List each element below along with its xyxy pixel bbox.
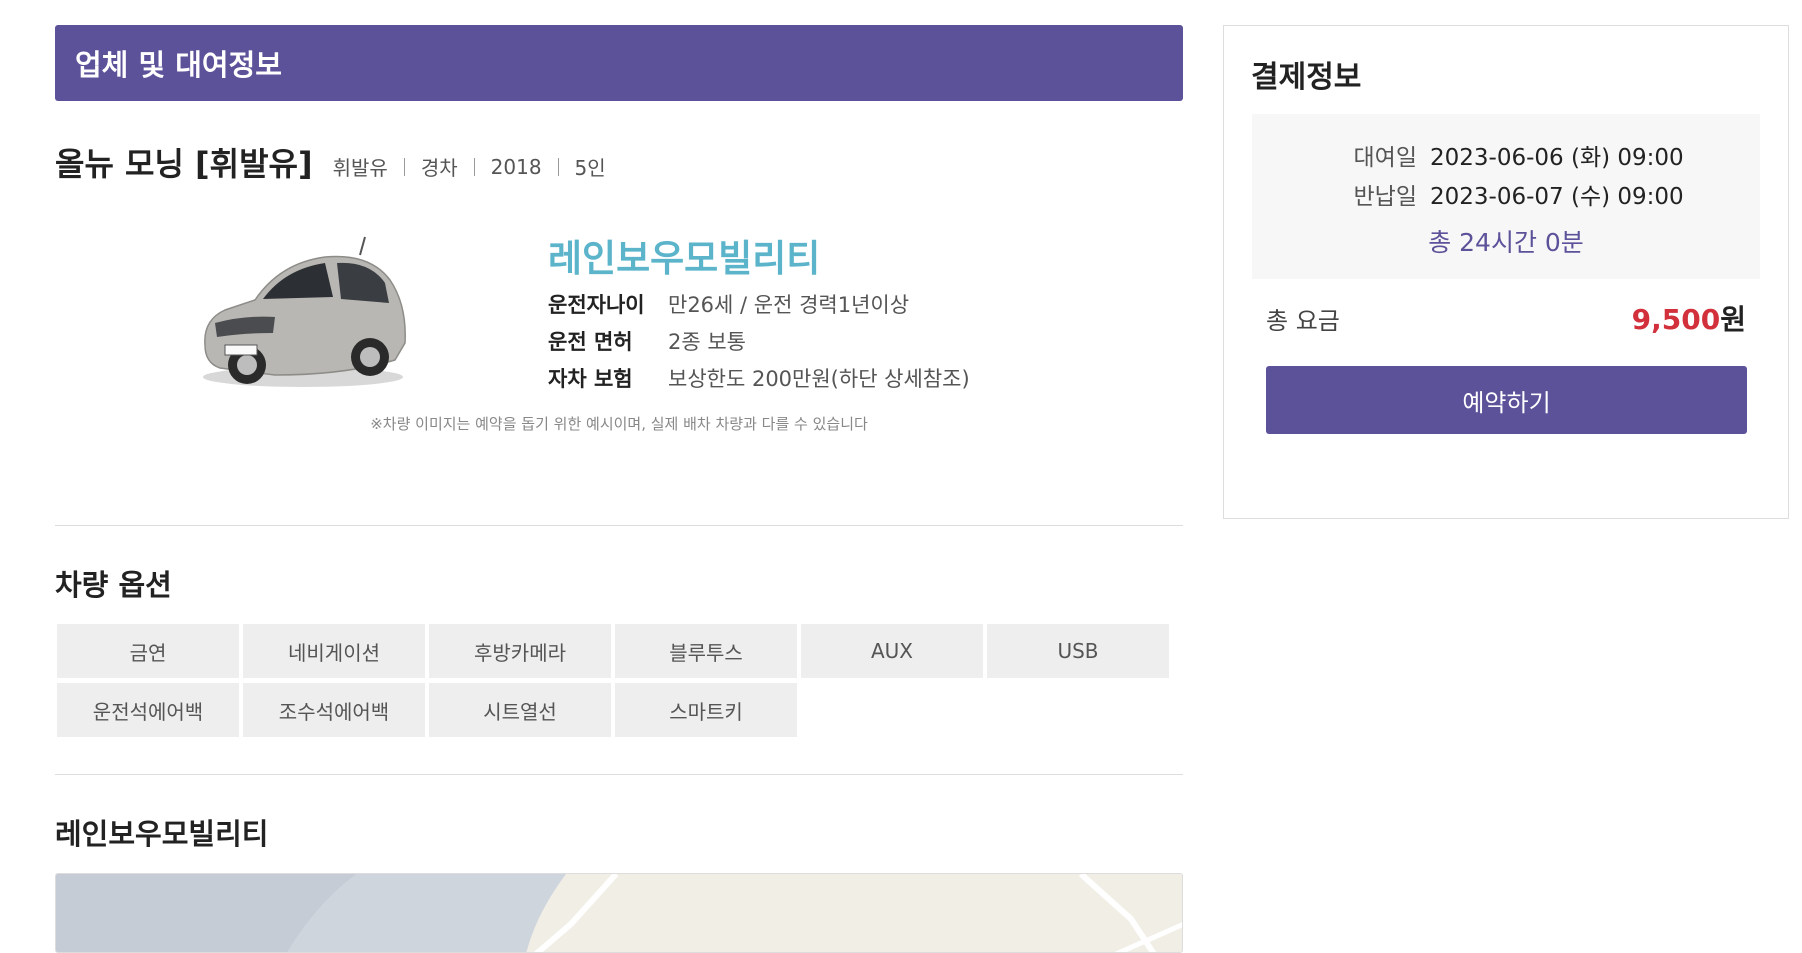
spec-class: 경차 xyxy=(420,156,458,180)
rental-period-box: 대여일 2023-06-06 (화) 09:00 반납일 2023-06-07 … xyxy=(1252,114,1760,279)
car-image xyxy=(203,236,406,387)
divider xyxy=(55,525,1183,526)
options-title: 차량 옵션 xyxy=(55,568,172,602)
return-value: 2023-06-07 (수) 09:00 xyxy=(1430,184,1684,210)
car-title-row: 올뉴 모닝 [휘발유] 휘발유 경차 2018 5인 xyxy=(55,139,1183,185)
location-title: 레인보우모빌리티 xyxy=(55,817,269,851)
option-chip: 후방카메라 xyxy=(429,624,611,678)
condition-row: 자차 보험 보상한도 200만원(하단 상세참조) xyxy=(548,359,970,396)
condition-label: 운전 면허 xyxy=(548,329,633,354)
payment-title: 결제정보 xyxy=(1251,60,1362,95)
spec-divider xyxy=(557,157,559,176)
reserve-button[interactable]: 예약하기 xyxy=(1266,366,1747,434)
option-chip: 조수석에어백 xyxy=(243,683,425,737)
spec-divider xyxy=(473,157,475,176)
condition-value: 2종 보통 xyxy=(668,329,746,354)
map-graphic xyxy=(56,874,1182,952)
total-label: 총 요금 xyxy=(1266,306,1340,335)
option-chip: AUX xyxy=(801,624,983,678)
pickup-label: 대여일 xyxy=(1353,145,1417,171)
spec-divider xyxy=(403,157,405,176)
condition-value: 보상한도 200만원(하단 상세참조) xyxy=(668,366,970,391)
option-chip: 네비게이션 xyxy=(243,624,425,678)
car-body: 레인보우모빌리티 운전자나이 만26세 / 운전 경력1년이상 운전 면허 2종… xyxy=(55,185,1183,525)
total-row: 총 요금 9,500원 xyxy=(1266,298,1746,338)
pickup-value: 2023-06-06 (화) 09:00 xyxy=(1430,145,1684,171)
option-chip: 금연 xyxy=(57,624,239,678)
divider xyxy=(55,774,1183,775)
option-chip: 스마트키 xyxy=(615,683,797,737)
option-chip: 블루투스 xyxy=(615,624,797,678)
rental-duration: 총 24시간 0분 xyxy=(1428,228,1584,257)
main-column: 업체 및 대여정보 올뉴 모닝 [휘발유] 휘발유 경차 2018 5인 레인보… xyxy=(55,25,1183,953)
condition-label: 운전자나이 xyxy=(548,292,645,317)
total-price: 9,500원 xyxy=(1632,298,1746,338)
spec-fuel: 휘발유 xyxy=(332,156,388,180)
company-name: 레인보우모빌리티 xyxy=(548,237,821,280)
condition-row: 운전자나이 만26세 / 운전 경력1년이상 xyxy=(548,285,970,322)
option-chip: 시트열선 xyxy=(429,683,611,737)
options-grid: 금연 네비게이션 후방카메라 블루투스 AUX USB 운전석에어백 조수석에어… xyxy=(57,624,1183,737)
option-chip: USB xyxy=(987,624,1169,678)
total-amount: 9,500 xyxy=(1631,303,1721,336)
spec-year: 2018 xyxy=(490,154,542,179)
section-title: 업체 및 대여정보 xyxy=(75,48,282,82)
return-label: 반납일 xyxy=(1353,184,1417,210)
rental-conditions: 운전자나이 만26세 / 운전 경력1년이상 운전 면허 2종 보통 자차 보험… xyxy=(548,285,970,396)
total-unit: 원 xyxy=(1720,303,1746,336)
spec-seats: 5인 xyxy=(574,156,606,180)
condition-label: 자차 보험 xyxy=(548,366,633,391)
option-chip: 운전석에어백 xyxy=(57,683,239,737)
condition-row: 운전 면허 2종 보통 xyxy=(548,322,970,359)
section-header: 업체 및 대여정보 xyxy=(55,25,1183,101)
car-specs: 휘발유 경차 2018 5인 xyxy=(333,152,606,181)
image-notice: ※차량 이미지는 예약을 돕기 위한 예시이며, 실제 배차 차량과 다를 수 … xyxy=(370,415,868,433)
payment-panel: 결제정보 대여일 2023-06-06 (화) 09:00 반납일 2023-0… xyxy=(1223,25,1789,519)
condition-value: 만26세 / 운전 경력1년이상 xyxy=(668,292,910,317)
location-map[interactable] xyxy=(55,873,1183,953)
car-name: 올뉴 모닝 [휘발유] xyxy=(55,145,313,183)
